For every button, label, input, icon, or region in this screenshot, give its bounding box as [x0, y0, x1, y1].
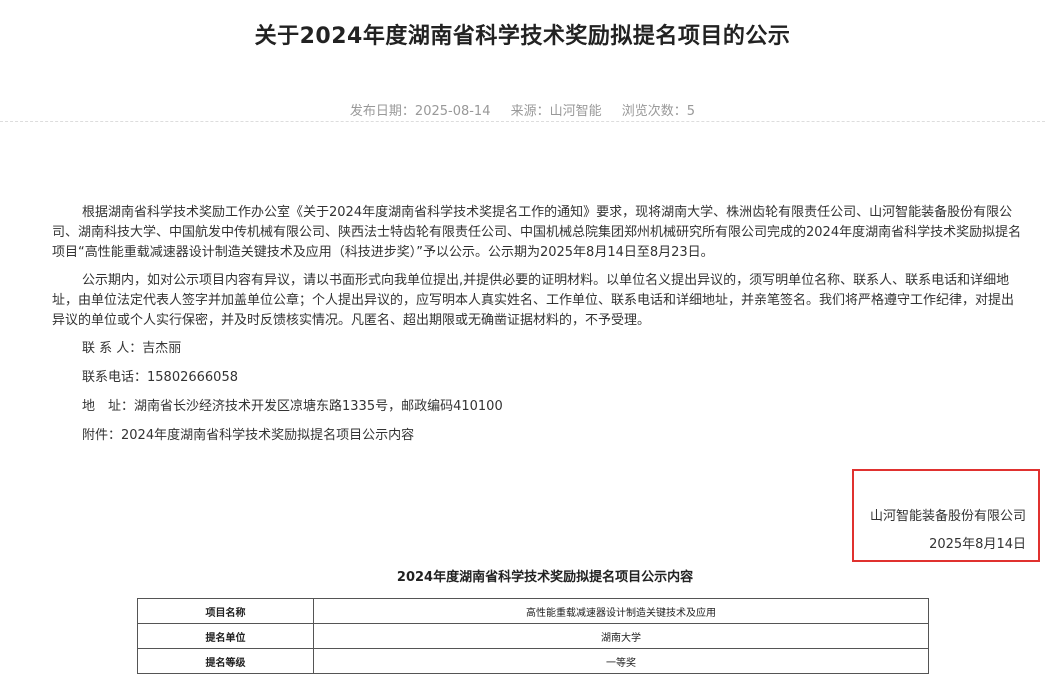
contact-person: 联 系 人：吉杰丽	[82, 341, 182, 356]
signature-highlight-box: 山河智能装备股份有限公司 2025年8月14日	[852, 469, 1040, 562]
table-cell-value: 一等奖	[313, 648, 929, 674]
header-divider	[0, 121, 1045, 122]
paragraph-objection: 公示期内，如对公示项目内容有异议，请以书面形式向我单位提出,并提供必要的证明材料…	[52, 273, 1015, 328]
attachment-link[interactable]: 附件：2024年度湖南省科学技术奖励拟提名项目公示内容	[52, 426, 1024, 455]
page-title: 关于2024年度湖南省科学技术奖励拟提名项目的公示	[254, 24, 791, 49]
view-count: 浏览次数：5	[621, 104, 696, 119]
table-cell-label: 提名等级	[137, 648, 314, 674]
table-row: 提名等级 一等奖	[137, 648, 929, 674]
signature-org: 山河智能装备股份有限公司	[869, 509, 1026, 524]
source: 来源：山河智能	[510, 104, 602, 119]
table-row: 项目名称 高性能重载减速器设计制造关键技术及应用	[137, 598, 929, 624]
publish-date: 发布日期：2025-08-14	[349, 104, 491, 119]
table-cell-label: 提名单位	[137, 623, 314, 649]
table-cell-value: 高性能重载减速器设计制造关键技术及应用	[313, 598, 929, 624]
article-body: 根据湖南省科学技术奖励工作办公室《关于2024年度湖南省科学技术奖提名工作的通知…	[52, 203, 1024, 455]
contact-address: 地 址：湖南省长沙经济技术开发区凉塘东路1335号，邮政编码410100	[82, 399, 503, 414]
contact-phone: 联系电话：15802666058	[82, 370, 238, 385]
paragraph-notice: 根据湖南省科学技术奖励工作办公室《关于2024年度湖南省科学技术奖提名工作的通知…	[52, 205, 1022, 260]
article-meta: 发布日期：2025-08-14 来源：山河智能 浏览次数：5	[0, 100, 1045, 119]
signature-date: 2025年8月14日	[929, 537, 1026, 552]
attachment-table: 项目名称 高性能重载减速器设计制造关键技术及应用 提名单位 湖南大学 提名等级 …	[137, 598, 929, 674]
table-cell-value: 湖南大学	[313, 623, 929, 649]
attachment-title: 2024年度湖南省科学技术奖励拟提名项目公示内容	[396, 570, 694, 585]
table-cell-label: 项目名称	[137, 598, 314, 624]
table-row: 提名单位 湖南大学	[137, 623, 929, 649]
